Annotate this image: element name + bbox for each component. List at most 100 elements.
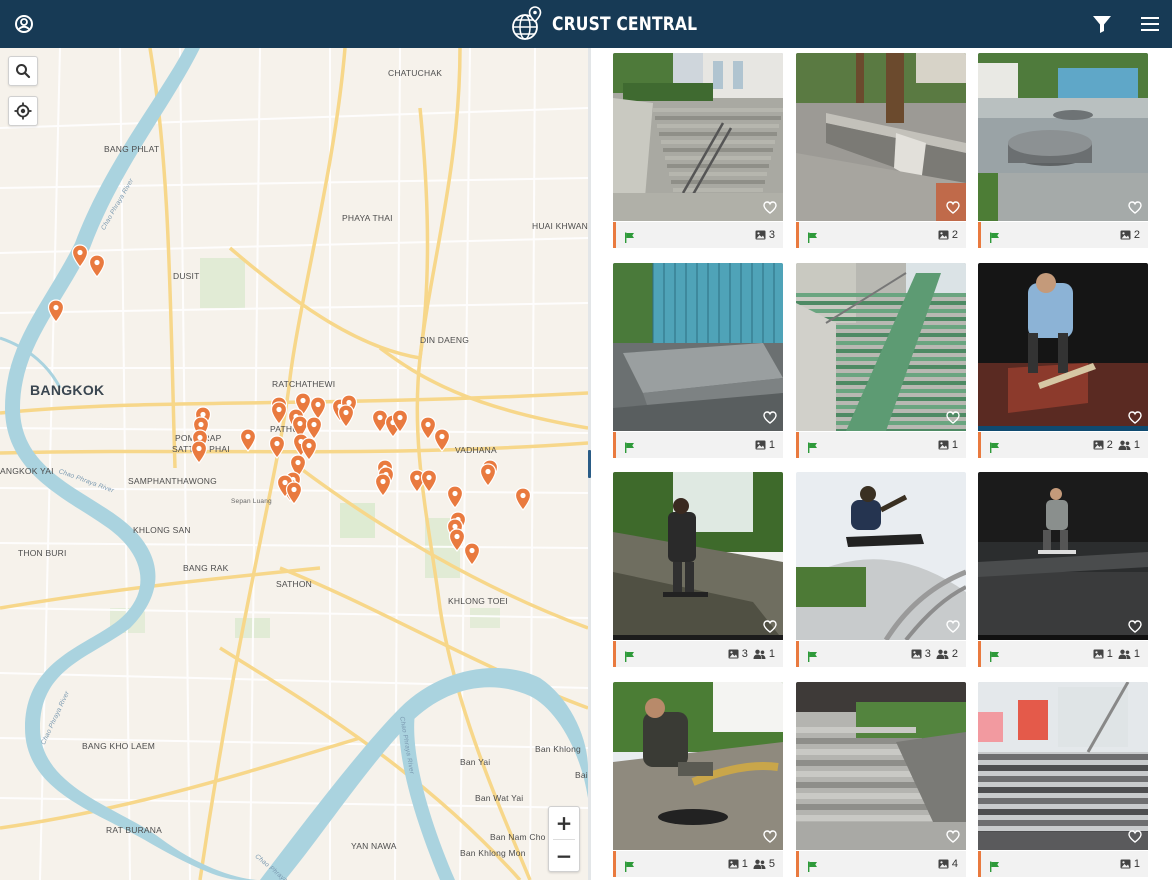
map-label: RATCHATHEWI — [272, 379, 336, 389]
spot-card[interactable]: 11 — [978, 472, 1148, 668]
spot-map[interactable]: CHATUCHAK BANG PHLAT PHAYA THAI HUAI KHW… — [0, 48, 588, 880]
spot-card[interactable]: 1 — [613, 263, 783, 459]
heart-icon[interactable] — [1128, 830, 1142, 843]
heart-icon[interactable] — [946, 201, 960, 214]
heart-icon[interactable] — [946, 830, 960, 843]
flag-icon[interactable] — [989, 859, 1000, 872]
flag-icon[interactable] — [989, 440, 1000, 453]
flag-icon[interactable] — [807, 649, 818, 662]
spot-card[interactable]: 1 — [796, 263, 966, 459]
map-label-city: BANGKOK — [30, 382, 105, 398]
spot-card[interactable]: 31 — [613, 472, 783, 668]
map-pin-icon[interactable] — [239, 428, 257, 452]
map-pin-icon[interactable] — [88, 254, 106, 278]
map-label: Ban Wat Yai — [475, 793, 524, 803]
spot-photo[interactable] — [796, 263, 966, 431]
people-count: 1 — [1118, 648, 1140, 660]
map-pin-icon[interactable] — [71, 244, 89, 268]
map-pin-icon[interactable] — [446, 485, 464, 509]
brand[interactable]: CRUST CENTRAL — [510, 4, 729, 44]
map-pin-icon[interactable] — [463, 542, 481, 566]
map-pin-icon[interactable] — [47, 299, 65, 323]
spot-card[interactable]: 3 — [613, 53, 783, 249]
photo-count: 1 — [728, 858, 748, 870]
map-label: ANGKOK YAI — [0, 466, 54, 476]
locate-me-button[interactable] — [8, 96, 38, 126]
map-pin-icon[interactable] — [337, 404, 355, 428]
spot-photo[interactable] — [978, 472, 1148, 640]
spot-photo[interactable] — [613, 472, 783, 640]
flag-icon[interactable] — [807, 859, 818, 872]
people-count-value: 2 — [951, 648, 958, 660]
spot-photo[interactable] — [978, 53, 1148, 221]
heart-icon[interactable] — [946, 620, 960, 633]
map-pin-icon[interactable] — [433, 428, 451, 452]
map-label: Ban Khlong Mon — [460, 848, 526, 858]
photo-count: 1 — [938, 439, 958, 451]
spot-card[interactable]: 1 — [978, 682, 1148, 878]
flag-icon[interactable] — [624, 230, 635, 243]
map-pin-icon[interactable] — [268, 435, 286, 459]
map-pin-icon[interactable] — [514, 487, 532, 511]
spot-photo[interactable] — [613, 263, 783, 431]
map-pin-icon[interactable] — [270, 401, 288, 425]
spot-card[interactable]: 15 — [613, 682, 783, 878]
heart-icon[interactable] — [763, 201, 777, 214]
heart-icon[interactable] — [1128, 620, 1142, 633]
map-label: Bai — [575, 770, 588, 780]
flag-icon[interactable] — [624, 440, 635, 453]
flag-icon[interactable] — [624, 859, 635, 872]
flag-icon[interactable] — [989, 230, 1000, 243]
app-root: CRUST CENTRAL CHATUCHAK BANG PHLAT PHAYA… — [0, 0, 1172, 880]
heart-icon[interactable] — [1128, 411, 1142, 424]
spot-card[interactable]: 32 — [796, 472, 966, 668]
people-icon — [936, 649, 949, 659]
map-search-button[interactable] — [8, 56, 38, 86]
spot-card[interactable]: 2 — [978, 53, 1148, 249]
media-counts: 11 — [1093, 648, 1140, 660]
photo-count: 2 — [1120, 229, 1140, 241]
flag-icon[interactable] — [624, 649, 635, 662]
filter-icon[interactable] — [1090, 12, 1114, 36]
split-divider[interactable] — [588, 48, 591, 880]
map-pin-icon[interactable] — [374, 473, 392, 497]
image-icon — [1093, 649, 1104, 659]
spot-card[interactable]: 21 — [978, 263, 1148, 459]
photo-count-value: 1 — [768, 439, 775, 451]
spot-photo[interactable] — [613, 53, 783, 221]
spot-photo[interactable] — [978, 682, 1148, 850]
photo-count: 3 — [911, 648, 931, 660]
flag-icon[interactable] — [807, 230, 818, 243]
spot-card[interactable]: 2 — [796, 53, 966, 249]
heart-icon[interactable] — [946, 411, 960, 424]
heart-icon[interactable] — [763, 411, 777, 424]
spot-photo[interactable] — [978, 263, 1148, 431]
spot-photo[interactable] — [796, 53, 966, 221]
spot-card[interactable]: 4 — [796, 682, 966, 878]
heart-icon[interactable] — [1128, 201, 1142, 214]
map-pin-icon[interactable] — [391, 409, 409, 433]
heart-icon[interactable] — [763, 830, 777, 843]
zoom-out-button[interactable]: − — [549, 840, 579, 872]
spot-photo[interactable] — [796, 472, 966, 640]
spot-card-footer: 3 — [613, 222, 783, 248]
media-counts: 1 — [938, 439, 958, 451]
map-pin-icon[interactable] — [479, 463, 497, 487]
heart-icon[interactable] — [763, 620, 777, 633]
hamburger-menu-icon[interactable] — [1138, 12, 1162, 36]
spot-photo[interactable] — [796, 682, 966, 850]
map-label: HUAI KHWANG — [532, 221, 588, 231]
top-header: CRUST CENTRAL — [0, 0, 1172, 48]
user-account-icon[interactable] — [12, 12, 36, 36]
flag-icon[interactable] — [807, 440, 818, 453]
media-counts: 2 — [938, 229, 958, 241]
map-pin-icon[interactable] — [190, 440, 208, 464]
map-pin-icon[interactable] — [420, 469, 438, 493]
map-pin-icon[interactable] — [285, 481, 303, 505]
spot-photo[interactable] — [613, 682, 783, 850]
photo-count-value: 2 — [1106, 439, 1113, 451]
flag-icon[interactable] — [989, 649, 1000, 662]
photo-count-value: 1 — [741, 858, 748, 870]
resize-handle[interactable] — [588, 450, 591, 478]
zoom-in-button[interactable]: + — [549, 807, 579, 839]
